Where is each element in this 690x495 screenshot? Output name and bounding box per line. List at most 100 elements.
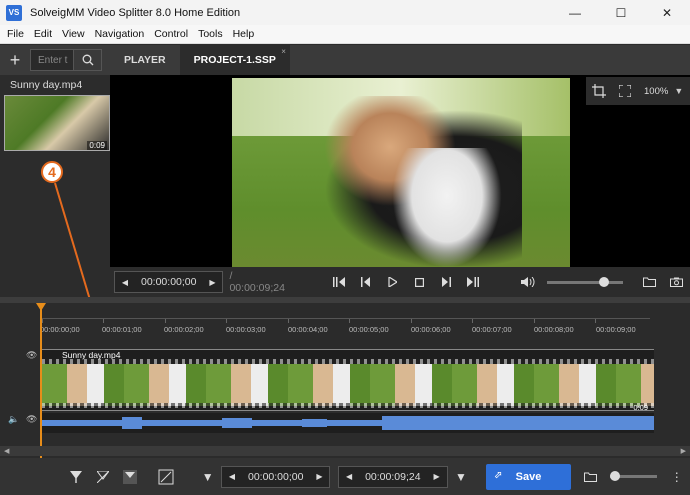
next-keyframe-button[interactable] xyxy=(459,271,486,293)
timecode-prev-button[interactable]: ◀ xyxy=(115,272,135,292)
search-button[interactable] xyxy=(74,49,102,71)
clip-duration: 0:09 xyxy=(633,403,648,411)
save-arrow-icon: ⬀ xyxy=(493,469,503,481)
tab-close-icon[interactable]: × xyxy=(281,47,286,56)
timeline-zoom-knob[interactable] xyxy=(609,471,620,481)
window-title: SolveigMM Video Splitter 8.0 Home Editio… xyxy=(30,6,241,19)
current-timecode[interactable]: 00:00:00;00 xyxy=(135,276,202,288)
menu-view[interactable]: View xyxy=(62,28,85,40)
start-tc-next-button[interactable]: ▶ xyxy=(309,467,329,487)
audio-waveform[interactable] xyxy=(42,413,654,433)
media-toolbar: + Enter t xyxy=(0,45,110,75)
output-folder-button[interactable] xyxy=(577,463,604,491)
tab-bar: PLAYER PROJECT-1.SSP × xyxy=(110,45,690,75)
audio-track-visibility-icon[interactable]: 👁 xyxy=(26,414,37,425)
media-thumbnail[interactable]: 0:09 xyxy=(4,95,110,151)
timeline: 00:00:00;00 00:00:01;00 00:00:02;00 00:0… xyxy=(0,303,690,458)
minimize-button[interactable]: — xyxy=(552,0,598,25)
maximize-button[interactable]: ☐ xyxy=(598,0,644,25)
menu-help[interactable]: Help xyxy=(233,28,255,40)
next-keyframe-icon xyxy=(466,277,479,287)
ruler-label: 00:00:06;00 xyxy=(411,325,451,334)
save-label: Save xyxy=(515,470,542,483)
clip-frames xyxy=(42,364,654,406)
play-icon xyxy=(388,277,398,287)
snapshot-button[interactable] xyxy=(663,271,690,293)
stop-button[interactable] xyxy=(406,271,433,293)
zoom-value[interactable]: 100% xyxy=(644,86,668,97)
remove-marker-button[interactable] xyxy=(90,463,117,491)
ruler-tick xyxy=(595,319,596,323)
start-tc-prev-button[interactable]: ◀ xyxy=(222,467,242,487)
close-button[interactable]: ✕ xyxy=(644,0,690,25)
timeline-scrollbar[interactable]: ◀ ▶ xyxy=(0,446,690,456)
player-controls: ◀ 00:00:00;00 ▶ / 00:00:09;24 xyxy=(110,267,690,297)
total-timecode: / 00:00:09;24 xyxy=(229,270,285,294)
zoom-dropdown-icon[interactable]: ▼ xyxy=(674,86,683,96)
video-track-visibility-icon[interactable]: 👁 xyxy=(26,350,37,361)
search-input[interactable]: Enter t xyxy=(30,49,74,71)
scroll-right-icon[interactable]: ▶ xyxy=(681,447,686,455)
folder-icon xyxy=(643,277,657,287)
marker-icon xyxy=(70,470,83,483)
video-viewer: 100% ▼ xyxy=(110,75,690,267)
prev-keyframe-icon xyxy=(333,277,346,287)
ruler-label: 00:00:00;00 xyxy=(40,325,80,334)
playhead[interactable] xyxy=(40,303,42,458)
fullscreen-button[interactable] xyxy=(612,78,638,104)
film-perforation-bottom xyxy=(42,403,654,408)
crop-button[interactable] xyxy=(586,78,612,104)
tab-player-label: PLAYER xyxy=(124,54,166,66)
waveform-graphic xyxy=(42,416,654,430)
ruler-label: 00:00:05;00 xyxy=(349,325,389,334)
timeline-zoom-slider[interactable] xyxy=(609,471,658,481)
prev-frame-button[interactable] xyxy=(353,271,380,293)
remove-marker-icon xyxy=(96,470,109,483)
menu-edit[interactable]: Edit xyxy=(34,28,52,40)
ruler-tick xyxy=(42,319,43,323)
cut-segment-icon xyxy=(158,469,174,484)
ruler-tick xyxy=(288,319,289,323)
volume-slider[interactable] xyxy=(547,276,624,287)
menu-navigation[interactable]: Navigation xyxy=(95,28,145,40)
video-clip[interactable]: Sunny day.mp4 0:09 xyxy=(42,349,654,411)
save-button[interactable]: ⬀ Save xyxy=(485,463,572,490)
audio-track-speaker-icon[interactable]: 🔈 xyxy=(8,414,19,425)
menu-control[interactable]: Control xyxy=(154,28,188,40)
volume-button[interactable] xyxy=(514,271,541,293)
end-marker-dropdown[interactable]: ▼ xyxy=(448,463,475,491)
search-icon xyxy=(82,54,93,66)
cut-segment-button[interactable] xyxy=(152,463,179,491)
start-marker-dropdown[interactable]: ▼ xyxy=(194,463,221,491)
marker-options-button[interactable] xyxy=(116,463,143,491)
ruler-tick xyxy=(226,319,227,323)
add-media-button[interactable]: + xyxy=(0,45,30,75)
timecode-next-button[interactable]: ▶ xyxy=(202,272,222,292)
prev-keyframe-button[interactable] xyxy=(326,271,353,293)
folder-icon xyxy=(583,472,597,482)
next-frame-button[interactable] xyxy=(433,271,460,293)
tab-player[interactable]: PLAYER xyxy=(110,45,180,75)
start-timecode[interactable]: 00:00:00;00 xyxy=(242,471,309,483)
volume-slider-knob[interactable] xyxy=(599,276,610,287)
menu-tools[interactable]: Tools xyxy=(198,28,223,40)
menu-file[interactable]: File xyxy=(7,28,24,40)
menu-bar: File Edit View Navigation Control Tools … xyxy=(0,25,690,44)
crop-icon xyxy=(592,84,606,98)
ruler-label: 00:00:02;00 xyxy=(164,325,204,334)
scroll-left-icon[interactable]: ◀ xyxy=(4,447,9,455)
end-timecode-box: ◀ 00:00:09;24 ▶ xyxy=(338,465,448,488)
end-timecode[interactable]: 00:00:09;24 xyxy=(359,471,426,483)
bottom-toolbar: ▼ ◀ 00:00:00;00 ▶ ◀ 00:00:09;24 ▶ ▼ ⬀ Sa… xyxy=(0,458,690,495)
play-button[interactable] xyxy=(379,271,406,293)
marker-options-icon xyxy=(122,469,137,484)
start-timecode-box: ◀ 00:00:00;00 ▶ xyxy=(220,465,331,488)
open-folder-button[interactable] xyxy=(637,271,664,293)
time-ruler[interactable] xyxy=(40,318,650,319)
add-marker-button[interactable] xyxy=(63,463,90,491)
end-tc-prev-button[interactable]: ◀ xyxy=(339,467,359,487)
video-dog xyxy=(392,148,502,267)
more-options-button[interactable]: ⋮ xyxy=(663,463,690,491)
tab-project[interactable]: PROJECT-1.SSP × xyxy=(179,45,290,75)
end-tc-next-button[interactable]: ▶ xyxy=(427,467,447,487)
